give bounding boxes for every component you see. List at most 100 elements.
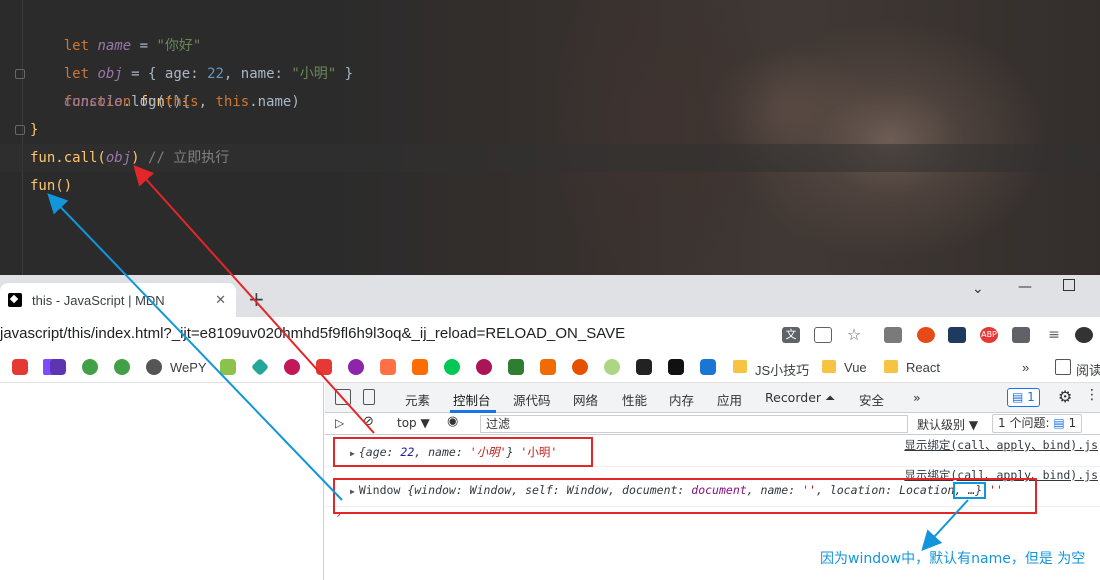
comment: // 立即执行 bbox=[139, 150, 230, 166]
issue-icon: ▤ bbox=[1053, 416, 1065, 430]
extension-grid-icon[interactable] bbox=[884, 327, 902, 343]
code-line-7[interactable]: fun() bbox=[30, 172, 72, 200]
new-tab-button[interactable]: + bbox=[248, 287, 265, 311]
bookmarks-bar: WePY JS小技巧 Vue React » 阅读 bbox=[0, 353, 1100, 383]
bookmark-icon[interactable] bbox=[604, 359, 620, 375]
tab-application[interactable]: 应用 bbox=[717, 390, 742, 409]
browser-window: this - JavaScript | MDN ✕ + ⌄ — javascri… bbox=[0, 275, 1100, 580]
folder-icon bbox=[733, 360, 747, 373]
source-link[interactable]: 显示绑定(call、apply、bind).js bbox=[904, 437, 1098, 453]
code-line-4[interactable]: console.log(this, this.name) bbox=[30, 88, 300, 116]
tab-recorder[interactable]: Recorder ⏶ bbox=[765, 390, 835, 406]
wechat-icon[interactable] bbox=[82, 359, 98, 375]
layers-icon[interactable] bbox=[250, 357, 270, 377]
bookmark-icon[interactable] bbox=[508, 359, 524, 375]
extension-cat-icon[interactable] bbox=[948, 327, 966, 343]
bookmark-icon[interactable] bbox=[572, 359, 588, 375]
bookmark-icon[interactable] bbox=[284, 359, 300, 375]
bookmark-icon[interactable] bbox=[316, 359, 332, 375]
bookmark-icon[interactable] bbox=[380, 359, 396, 375]
bookmark-icon[interactable] bbox=[636, 359, 652, 375]
string-literal: "小明" bbox=[291, 66, 337, 82]
call-expression: fun.call( bbox=[30, 150, 106, 166]
bookmark-icon[interactable] bbox=[700, 359, 716, 375]
code-line-6[interactable]: fun.call(obj) // 立即执行 bbox=[0, 144, 1100, 172]
issues-button[interactable]: 1 个问题: ▤ 1 bbox=[992, 414, 1083, 433]
colon: : bbox=[190, 66, 208, 82]
share-icon[interactable] bbox=[814, 327, 832, 343]
call-expression: fun() bbox=[30, 178, 73, 194]
tab-close-icon[interactable]: ✕ bbox=[215, 293, 226, 308]
adblock-icon[interactable]: ABP bbox=[980, 327, 998, 343]
globe-icon[interactable] bbox=[146, 359, 162, 375]
avatar[interactable] bbox=[1075, 327, 1093, 343]
editor-background-image bbox=[330, 0, 1100, 275]
console-object: console bbox=[63, 94, 123, 110]
bookmark-icon[interactable] bbox=[220, 359, 236, 375]
wechat-icon[interactable] bbox=[114, 359, 130, 375]
star-icon[interactable]: ☆ bbox=[845, 327, 863, 343]
bookmarks-overflow-button[interactable]: » bbox=[1022, 360, 1029, 375]
bookmark-icon[interactable] bbox=[12, 359, 28, 375]
playlist-icon[interactable]: ≡ bbox=[1045, 327, 1063, 343]
tab-console[interactable]: 控制台 bbox=[453, 390, 491, 409]
filter-input[interactable]: 过滤 bbox=[480, 415, 908, 433]
bookmark-icon[interactable] bbox=[540, 359, 556, 375]
tab-network[interactable]: 网络 bbox=[573, 390, 598, 409]
more-tabs-button[interactable]: » bbox=[913, 390, 921, 405]
maximize-icon[interactable] bbox=[1063, 279, 1075, 291]
brace: } bbox=[336, 66, 354, 82]
bookmark-folder-vue[interactable]: Vue bbox=[844, 360, 867, 375]
clear-console-icon[interactable]: ⊘ bbox=[363, 414, 374, 429]
bookmark-icon[interactable] bbox=[412, 359, 428, 375]
keyword-this: this bbox=[215, 94, 250, 110]
tab-security[interactable]: 安全 bbox=[859, 390, 884, 409]
code-editor[interactable]: let name = "你好" let obj = { age: 22, nam… bbox=[0, 0, 1100, 275]
inspect-icon[interactable] bbox=[335, 389, 351, 405]
issues-label: 1 个问题: bbox=[998, 416, 1054, 430]
eye-icon[interactable]: ◉ bbox=[447, 414, 458, 429]
annotation-box-red-1 bbox=[333, 437, 593, 467]
bootstrap-icon[interactable] bbox=[50, 359, 66, 375]
chevron-down-icon[interactable]: ⌄ bbox=[972, 281, 984, 297]
fold-icon[interactable] bbox=[15, 69, 25, 79]
bookmark-folder-js-tips[interactable]: JS小技巧 bbox=[755, 360, 809, 379]
kebab-menu-icon[interactable]: ⋮ bbox=[1085, 387, 1099, 403]
code-line-2[interactable]: let obj = { age: 22, name: "小明" } bbox=[30, 32, 353, 82]
extension-red-icon[interactable] bbox=[917, 327, 935, 343]
tab-sources[interactable]: 源代码 bbox=[513, 390, 551, 409]
sidebar-toggle-icon[interactable]: ▷ bbox=[335, 416, 344, 430]
code-line-5[interactable]: } bbox=[30, 116, 38, 144]
log-level-dropdown[interactable]: 默认级别 ▼ bbox=[917, 416, 978, 433]
bookmark-folder-react[interactable]: React bbox=[906, 360, 940, 375]
tab-elements[interactable]: 元素 bbox=[405, 390, 430, 409]
bookmark-icon[interactable] bbox=[444, 359, 460, 375]
console-toolbar: ▷ ⊘ top ▼ ◉ 过滤 默认级别 ▼ 1 个问题: ▤ 1 bbox=[325, 413, 1100, 435]
minimize-icon[interactable]: — bbox=[1018, 279, 1032, 295]
closing-brace: } bbox=[30, 122, 39, 138]
folder-icon bbox=[822, 360, 836, 373]
mdn-icon[interactable] bbox=[668, 359, 684, 375]
puzzle-icon[interactable] bbox=[1012, 327, 1030, 343]
messages-badge[interactable]: ▤ 1 bbox=[1007, 388, 1040, 407]
code-line-3[interactable]: function fun(){ bbox=[30, 60, 190, 110]
separator: , bbox=[223, 66, 241, 82]
address-bar[interactable]: javascript/this/index.html?_ijt=e8109uv0… bbox=[0, 317, 1100, 353]
keyword-this: this bbox=[164, 94, 199, 110]
translate-icon[interactable]: 文 bbox=[782, 327, 800, 343]
url-input[interactable]: javascript/this/index.html?_ijt=e8109uv0… bbox=[0, 325, 625, 342]
tab-performance[interactable]: 性能 bbox=[622, 390, 647, 409]
paren: ) bbox=[131, 150, 140, 166]
fold-icon[interactable] bbox=[15, 125, 25, 135]
editor-gutter bbox=[22, 0, 23, 275]
tab-memory[interactable]: 内存 bbox=[669, 390, 694, 409]
bookmark-wepy[interactable]: WePY bbox=[170, 360, 207, 375]
gear-icon[interactable]: ⚙ bbox=[1058, 387, 1072, 406]
device-toolbar-icon[interactable] bbox=[363, 389, 375, 405]
context-selector[interactable]: top ▼ bbox=[397, 416, 430, 430]
bookmark-icon[interactable] bbox=[348, 359, 364, 375]
browser-tab[interactable]: this - JavaScript | MDN ✕ bbox=[0, 283, 236, 317]
reading-list-button[interactable]: 阅读 bbox=[1076, 360, 1100, 379]
bookmark-icon[interactable] bbox=[476, 359, 492, 375]
code-line-1[interactable]: let name = "你好" bbox=[30, 4, 202, 54]
